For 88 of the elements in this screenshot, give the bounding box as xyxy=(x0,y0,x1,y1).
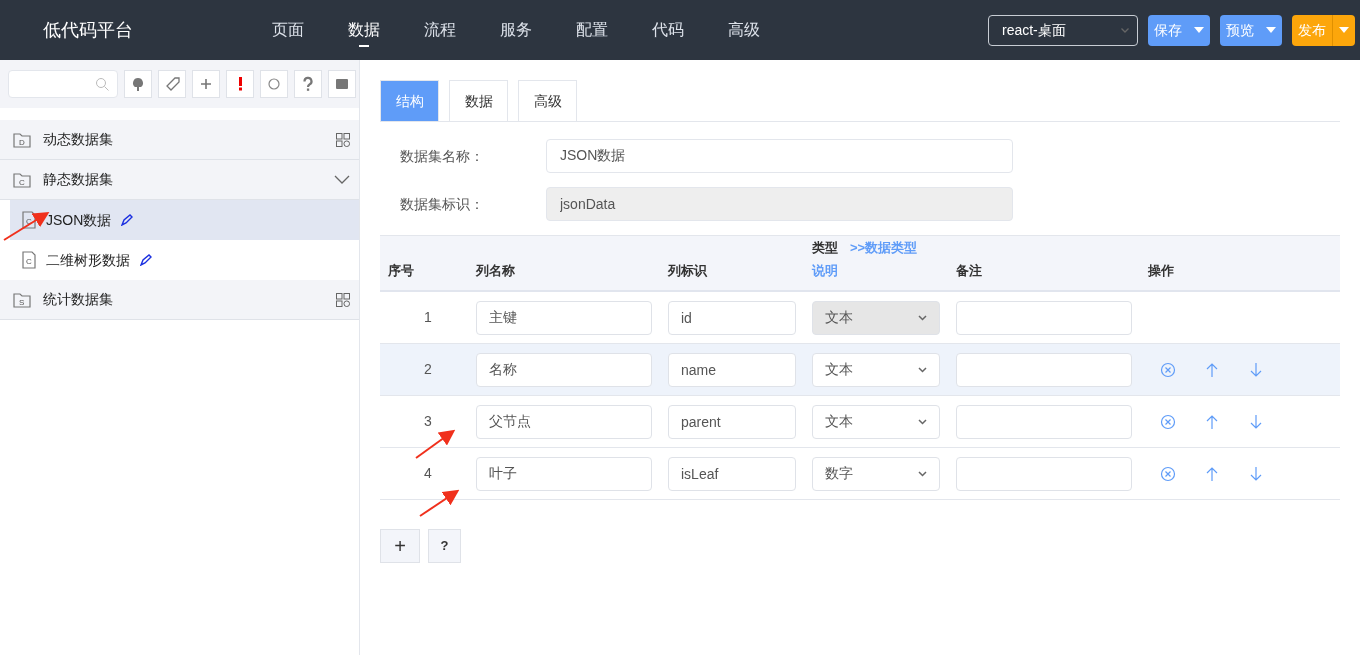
group-row[interactable]: D 动态数据集 xyxy=(0,120,359,160)
app-title: 低代码平台 xyxy=(42,18,134,42)
type-select[interactable]: 文本 xyxy=(812,352,940,387)
arrow-down-icon[interactable] xyxy=(1248,361,1264,378)
caret-icon xyxy=(1266,27,1276,33)
folder-icon: S xyxy=(13,291,31,308)
nav-tab[interactable]: 高级 xyxy=(706,0,782,60)
group-label: 统计数据集 xyxy=(43,290,114,309)
dataset-label: 二维树形数据 xyxy=(46,250,130,270)
delete-icon[interactable] xyxy=(1160,465,1176,482)
annotation-arrow xyxy=(415,429,456,459)
note-field[interactable] xyxy=(956,456,1132,491)
toolbar-button[interactable] xyxy=(226,70,254,98)
row-number: 2 xyxy=(423,360,433,379)
caret-icon xyxy=(1339,27,1349,33)
tab[interactable]: 高级 xyxy=(518,80,577,122)
nav-tab[interactable]: 服务 xyxy=(478,0,554,60)
nav-tab[interactable]: 代码 xyxy=(630,0,706,60)
column-name-field[interactable]: 主键 xyxy=(476,300,652,335)
delete-icon[interactable] xyxy=(1160,361,1176,378)
type-select[interactable]: 数字 xyxy=(812,456,940,491)
chevron-down-icon xyxy=(918,314,927,321)
chevron-down-icon xyxy=(918,470,927,477)
help-button[interactable]: ? xyxy=(428,529,461,563)
column-header: 序号 xyxy=(387,261,415,280)
column-header: 列名称 xyxy=(476,261,516,280)
caret-icon xyxy=(1194,27,1204,33)
chevron-down-icon xyxy=(1121,27,1129,33)
column-header: 操作 xyxy=(1148,261,1174,280)
group-row[interactable]: S 统计数据集 xyxy=(0,280,359,320)
dataset-label: JSON数据 xyxy=(46,210,112,230)
arrow-down-icon[interactable] xyxy=(1248,465,1264,482)
note-field[interactable] xyxy=(956,404,1132,439)
toolbar-button[interactable] xyxy=(158,70,186,98)
grid-icon[interactable] xyxy=(336,292,350,307)
note-field[interactable] xyxy=(956,352,1132,387)
column-header: 备注 xyxy=(956,261,983,280)
arrow-down-icon[interactable] xyxy=(1248,413,1264,430)
folder-icon: C xyxy=(13,171,31,188)
search-field[interactable] xyxy=(8,70,118,98)
target-select[interactable]: react-桌面 xyxy=(988,14,1138,46)
tab[interactable]: 数据 xyxy=(449,80,508,122)
column-header: 列标识 xyxy=(668,261,708,280)
form-label: 数据集名称： xyxy=(399,146,485,166)
exclamation-icon xyxy=(238,77,242,91)
toolbar-button[interactable] xyxy=(260,70,288,98)
column-header: 类型 xyxy=(812,239,838,257)
file-icon: C xyxy=(22,251,36,269)
row-number: 1 xyxy=(423,308,433,327)
chevron-down-icon xyxy=(918,366,927,373)
nav-tab[interactable]: 页面 xyxy=(250,0,326,60)
column-key-field[interactable]: name xyxy=(668,352,796,387)
grid-icon[interactable] xyxy=(336,132,350,147)
column-name-field[interactable]: 父节点 xyxy=(476,404,652,439)
chevron-down-icon xyxy=(918,418,927,425)
type-select[interactable]: 文本 xyxy=(812,404,940,439)
column-name-field[interactable]: 叶子 xyxy=(476,456,652,491)
column-key-field[interactable]: parent xyxy=(668,404,796,439)
row-number: 4 xyxy=(423,464,433,483)
pencil-icon[interactable] xyxy=(121,214,134,226)
table-row[interactable]: 2 名称 name 文本 xyxy=(380,344,1340,396)
column-key-field[interactable]: id xyxy=(668,300,796,335)
group-label: 静态数据集 xyxy=(43,170,114,189)
column-name-field[interactable]: 名称 xyxy=(476,352,652,387)
nav-tab[interactable]: 流程 xyxy=(402,0,478,60)
group-row[interactable]: C 静态数据集 xyxy=(0,160,359,200)
nav-tab[interactable]: 数据 xyxy=(326,0,402,60)
arrow-up-icon[interactable] xyxy=(1204,361,1220,378)
toolbar-button[interactable] xyxy=(294,70,322,98)
folder-icon: D xyxy=(13,131,31,148)
toolbar-button[interactable] xyxy=(124,70,152,98)
search-icon xyxy=(95,77,109,91)
column-key-field[interactable]: isLeaf xyxy=(668,456,796,491)
toolbar-button[interactable] xyxy=(192,70,220,98)
toolbar-button[interactable] xyxy=(328,70,356,98)
arrow-up-icon[interactable] xyxy=(1204,465,1220,482)
row-number: 3 xyxy=(423,412,433,431)
group-label: 动态数据集 xyxy=(43,130,114,149)
nav-tab[interactable]: 配置 xyxy=(554,0,630,60)
note-field[interactable] xyxy=(956,300,1132,335)
add-button[interactable]: + xyxy=(380,529,420,563)
delete-icon[interactable] xyxy=(1160,413,1176,430)
arrow-up-icon[interactable] xyxy=(1204,413,1220,430)
form-field[interactable]: JSON数据 xyxy=(546,139,1013,173)
annotation-arrow xyxy=(419,489,460,517)
pencil-icon[interactable] xyxy=(140,254,152,266)
chevron-down-icon[interactable] xyxy=(334,174,350,185)
form-label: 数据集标识： xyxy=(399,194,485,214)
